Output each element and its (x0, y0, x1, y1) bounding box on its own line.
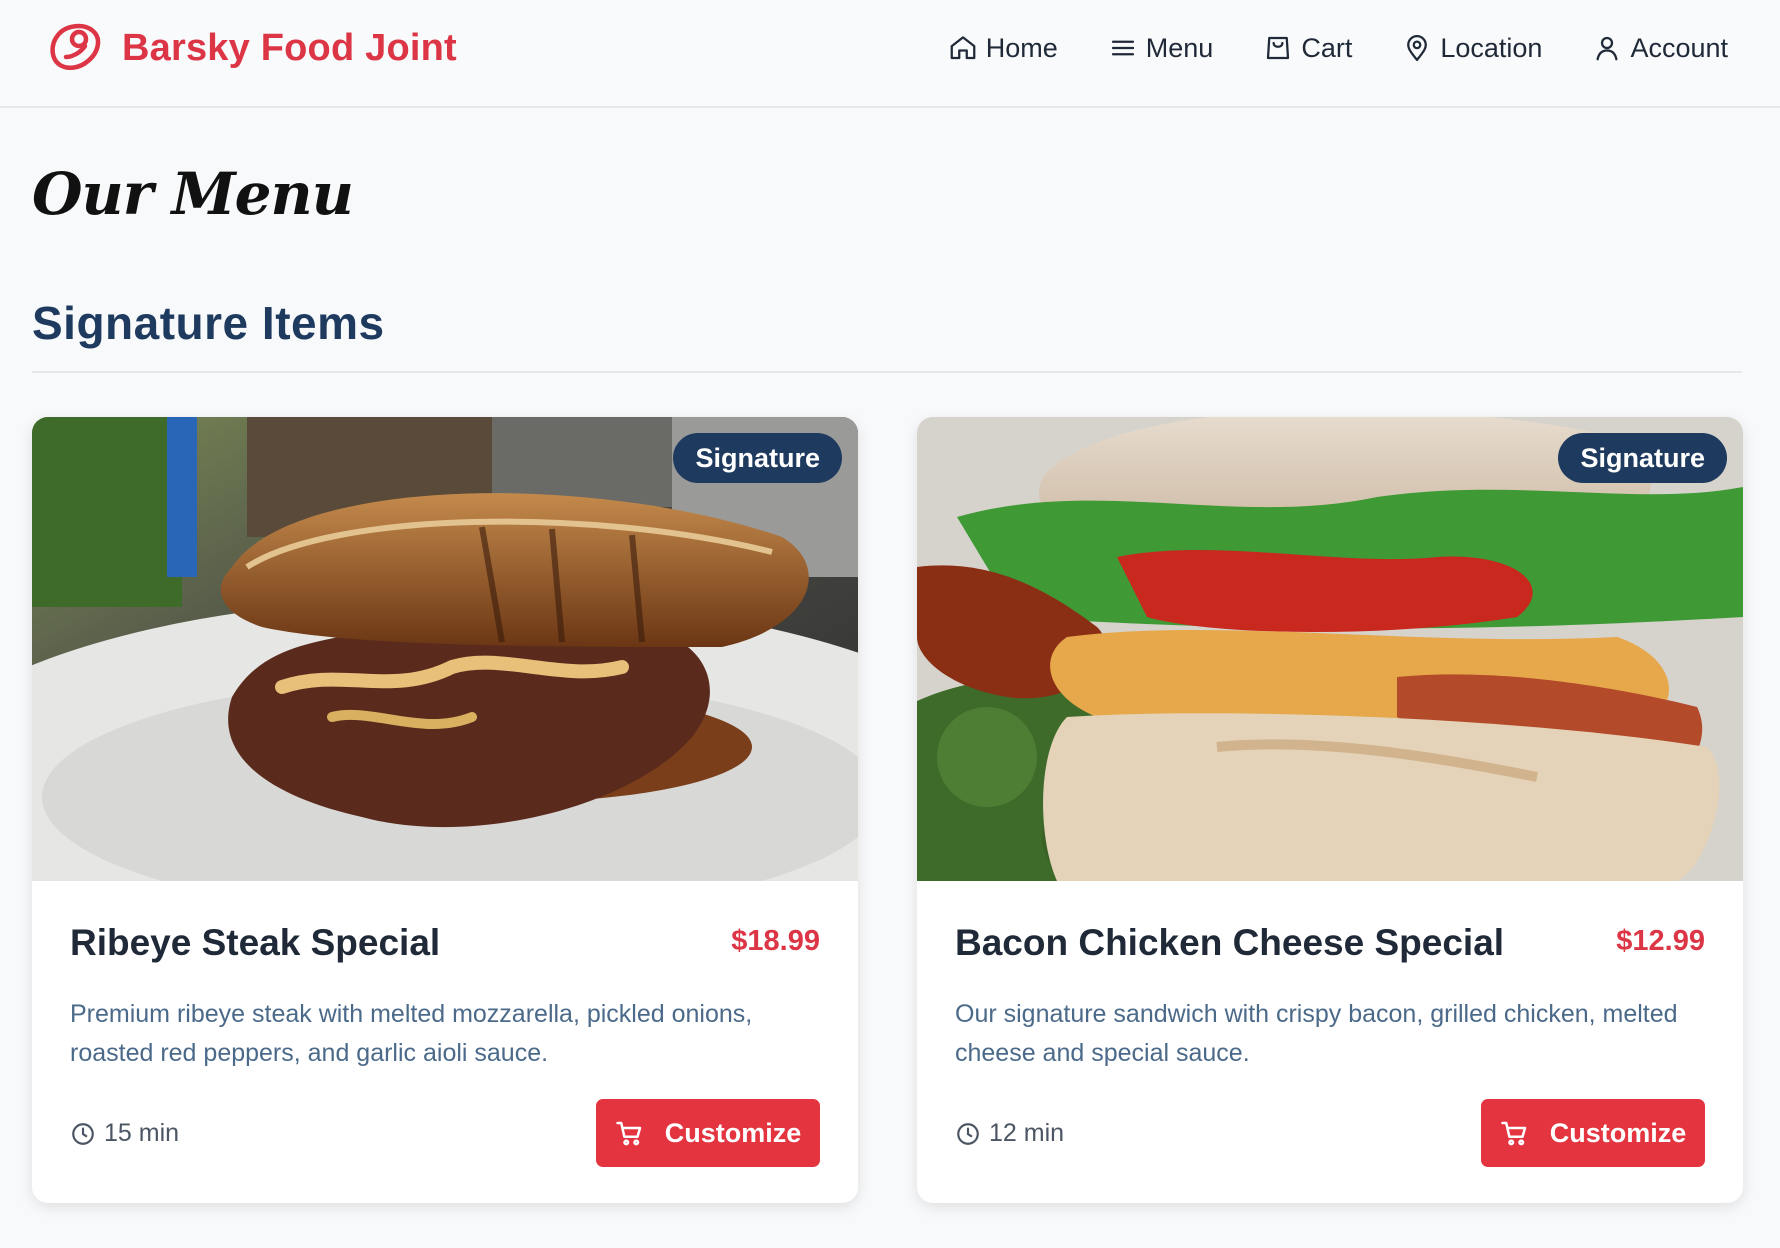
item-name: Ribeye Steak Special (70, 922, 441, 963)
prep-time: 15 min (70, 1119, 179, 1148)
user-icon (1596, 36, 1618, 61)
section-divider (32, 371, 1742, 373)
item-description: Our signature sandwich with crispy bacon… (955, 1000, 1678, 1067)
nav-cart[interactable]: Cart (1263, 33, 1352, 64)
menu-item-card[interactable]: Signature Ribeye Steak Special $18.99 Pr… (32, 417, 858, 1203)
nav-home-label: Home (985, 32, 1058, 63)
signature-badge: Signature (673, 433, 842, 483)
item-price: $12.99 (1616, 925, 1705, 957)
customize-button[interactable]: Customize (596, 1099, 820, 1167)
customize-button[interactable]: Customize (1481, 1099, 1705, 1167)
clock-icon (957, 1122, 979, 1145)
menu-item-image: Signature (32, 417, 858, 881)
clock-icon (72, 1122, 94, 1145)
menu-item-card[interactable]: Signature Bacon Chicken Cheese Special $… (917, 417, 1743, 1203)
item-description: Premium ribeye steak with melted mozzare… (70, 1000, 753, 1067)
item-name: Bacon Chicken Cheese Special (955, 922, 1505, 963)
prep-time-label: 15 min (104, 1119, 180, 1147)
page-title: Our Menu (32, 160, 354, 228)
location-pin-icon (1407, 35, 1428, 61)
brand-name: Barsky Food Joint (122, 26, 457, 69)
nav-account[interactable]: Account (1592, 33, 1728, 64)
nav-location[interactable]: Location (1402, 33, 1542, 64)
prep-time: 12 min (955, 1119, 1064, 1148)
nav-account-label: Account (1630, 32, 1728, 63)
nav-menu[interactable]: Menu (1108, 32, 1214, 64)
cart-icon (1267, 36, 1290, 60)
nav-home[interactable]: Home (948, 33, 1058, 64)
section-title: Signature Items (32, 297, 385, 349)
cart-icon (1500, 1121, 1526, 1146)
home-icon (950, 36, 976, 60)
customize-button-label: Customize (664, 1117, 802, 1148)
nav-cart-label: Cart (1301, 32, 1353, 63)
site-header: Barsky Food Joint Home Menu Cart Locatio… (0, 0, 1780, 108)
signature-badge: Signature (1558, 433, 1727, 483)
menu-icon (1111, 40, 1134, 56)
nav-menu-label: Menu (1145, 32, 1214, 63)
main-nav: Home Menu Cart Location Account (948, 26, 1728, 70)
prep-time-label: 12 min (989, 1119, 1065, 1147)
steak-icon (50, 23, 101, 71)
customize-button-label: Customize (1549, 1117, 1687, 1148)
cart-icon (615, 1121, 641, 1146)
item-price: $18.99 (731, 925, 820, 957)
nav-location-label: Location (1440, 32, 1543, 63)
brand-link[interactable]: Barsky Food Joint (46, 18, 457, 78)
menu-item-image: Signature (917, 417, 1743, 881)
